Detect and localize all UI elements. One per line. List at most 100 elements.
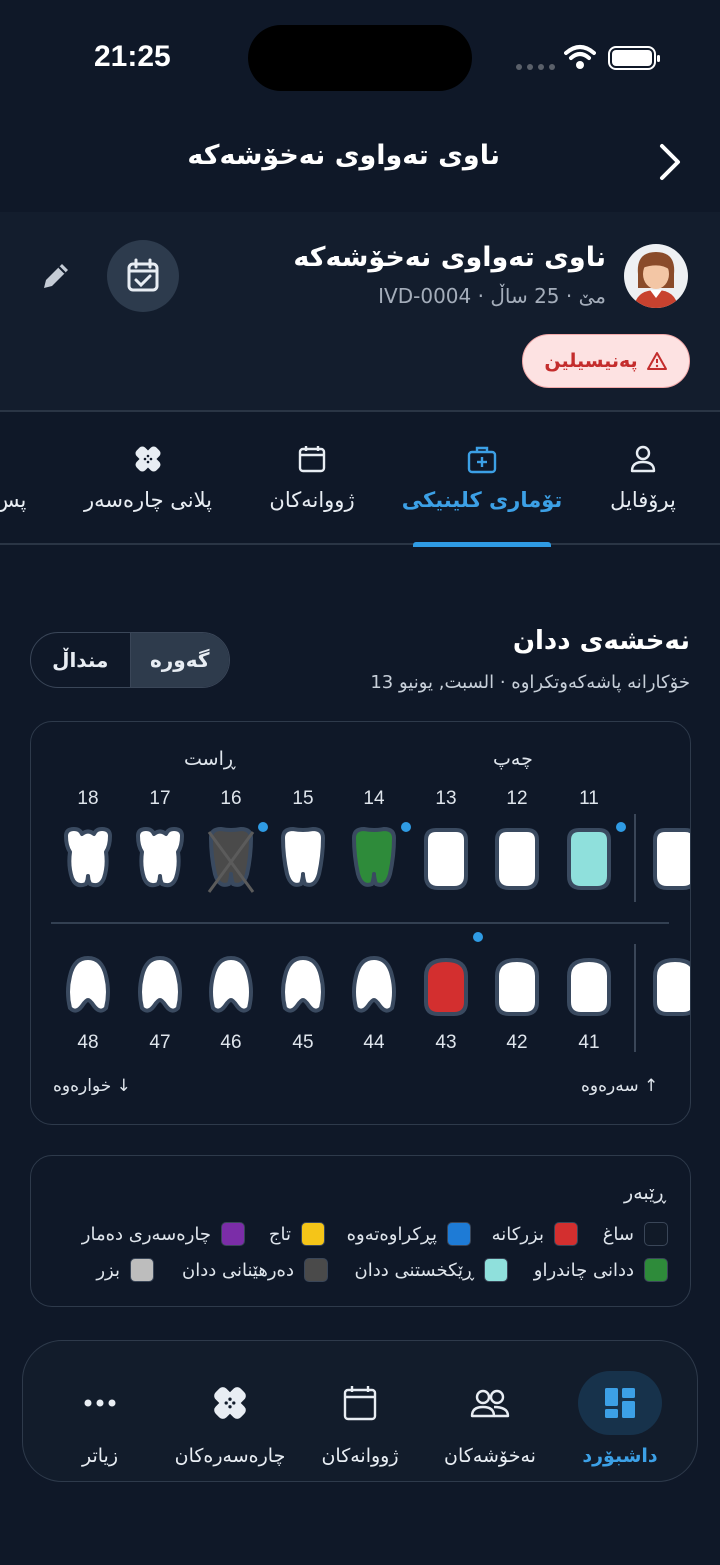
tooth-chart: چەپ ڕاست 11 12 13 14 15 16 17 18 41 42 43 44 45 46 47 4…	[30, 721, 691, 1125]
note-indicator	[616, 822, 626, 832]
tab-treatment-plan[interactable]: پلانی چارەسەر	[82, 412, 214, 545]
nav-label: چارەسەرەکان	[174, 1445, 286, 1467]
tooth-number: 13	[435, 788, 457, 809]
tooth-44[interactable]	[346, 952, 402, 1020]
tooth-partial[interactable]	[647, 952, 690, 1020]
tooth-42[interactable]	[489, 952, 545, 1020]
calendar-icon	[343, 1386, 377, 1421]
nav-treatments[interactable]: چارەسەرەکان	[165, 1341, 295, 1481]
legend-item: بزرکانە	[492, 1222, 578, 1246]
warning-icon	[646, 352, 667, 370]
tab-label: پس	[0, 488, 27, 512]
tooth-18[interactable]	[60, 826, 116, 894]
legend-item: چارەسەری دەمار	[82, 1222, 245, 1246]
tab-label: ژووانەکان	[269, 488, 355, 512]
page-title: ناوی تەواوی نەخۆشەکە	[187, 140, 500, 171]
bottom-nav: داشبۆرد نەخۆشەکان ژووانەکان چارەسەرەکان …	[22, 1340, 698, 1482]
person-icon	[630, 445, 656, 473]
allergy-badge: پەنیسیلین	[522, 334, 690, 388]
tooth-47[interactable]	[132, 952, 188, 1020]
medical-kit-icon	[467, 446, 497, 474]
tooth-13[interactable]	[418, 826, 474, 894]
tooth-17[interactable]	[132, 826, 188, 894]
tooth-12[interactable]	[489, 826, 545, 894]
note-indicator	[401, 822, 411, 832]
nav-patients[interactable]: نەخۆشەکان	[425, 1341, 555, 1481]
legend-item: تاج	[269, 1222, 325, 1246]
legend-item: بزر	[96, 1258, 154, 1282]
tooth-number: 16	[220, 788, 242, 809]
dentition-toggle: منداڵ گەورە	[30, 632, 230, 688]
calendar-check-icon	[127, 258, 159, 292]
schedule-button[interactable]	[107, 240, 179, 312]
status-time: 21:25	[94, 40, 171, 73]
back-chevron-icon[interactable]	[650, 140, 690, 184]
more-icon	[84, 1399, 116, 1407]
tooth-number: 17	[149, 788, 171, 809]
legend-swatch	[301, 1222, 325, 1246]
legend-title: ڕێبەر	[624, 1182, 666, 1204]
nav-dashboard[interactable]: داشبۆرد	[555, 1341, 685, 1481]
signal-icon	[516, 64, 555, 70]
tooth-11[interactable]	[561, 826, 617, 894]
tooth-number: 46	[220, 1032, 242, 1053]
nav-label: نەخۆشەکان	[444, 1445, 536, 1467]
tooth-45[interactable]	[275, 952, 331, 1020]
edit-button[interactable]	[36, 256, 76, 296]
tooth-15[interactable]	[275, 826, 331, 894]
tooth-46[interactable]	[203, 952, 259, 1020]
tooth-41[interactable]	[561, 952, 617, 1020]
users-icon	[470, 1389, 510, 1418]
side-left-label: چەپ	[493, 748, 533, 770]
tooth-number: 47	[149, 1032, 171, 1053]
tooth-number: 48	[77, 1032, 99, 1053]
scroll-down-label: خوارەوە	[53, 1076, 112, 1096]
legend-swatch	[484, 1258, 508, 1282]
bandage-icon	[135, 446, 161, 472]
arrow-down-icon: ↓	[116, 1076, 131, 1096]
tab-overflow[interactable]: پس	[0, 412, 30, 545]
tab-bar: پرۆفایل تۆماری کلینیکی ژووانەکان پلانی چ…	[0, 410, 720, 547]
chart-title: نەخشەی ددان	[512, 626, 690, 656]
scroll-down-button[interactable]: ↓ خوارەوە	[53, 1076, 131, 1096]
legend-item: ددانی چاندراو	[534, 1258, 668, 1282]
tooth-partial[interactable]	[647, 826, 690, 894]
jaw-divider	[51, 922, 669, 924]
legend-card: ڕێبەر ساغ بزرکانە پڕکراوەتەوە تاج چارەسە…	[30, 1155, 691, 1307]
tooth-number: 2	[675, 788, 691, 810]
legend-item: پڕکراوەتەوە	[347, 1222, 471, 1246]
tab-clinical-record[interactable]: تۆماری کلینیکی	[402, 412, 562, 547]
side-right-label: ڕاست	[184, 748, 236, 770]
tooth-number: 42	[506, 1032, 528, 1053]
tooth-14[interactable]	[346, 826, 402, 894]
pencil-icon	[44, 264, 68, 288]
tooth-number: 12	[506, 788, 528, 809]
tab-label: تۆماری کلینیکی	[401, 488, 563, 512]
avatar[interactable]	[624, 244, 688, 308]
midline	[634, 944, 636, 1052]
allergy-label: پەنیسیلین	[544, 350, 638, 372]
adult-option[interactable]: گەورە	[130, 633, 229, 687]
tooth-43[interactable]	[418, 952, 474, 1020]
tooth-number: 41	[578, 1032, 600, 1053]
legend-item: ڕێکخستنی ددان	[355, 1258, 508, 1282]
tooth-number: 45	[292, 1032, 314, 1053]
note-indicator	[473, 932, 483, 942]
nav-more[interactable]: زیاتر	[35, 1341, 165, 1481]
legend-item: ساغ	[603, 1222, 668, 1246]
tooth-48[interactable]	[60, 952, 116, 1020]
legend-swatch	[130, 1258, 154, 1282]
nav-label: داشبۆرد	[582, 1445, 658, 1467]
tooth-16[interactable]	[203, 826, 259, 894]
tab-profile[interactable]: پرۆفایل	[600, 412, 686, 545]
legend-swatch	[304, 1258, 328, 1282]
tab-appointments[interactable]: ژووانەکان	[266, 412, 358, 545]
child-option[interactable]: منداڵ	[31, 633, 131, 687]
scroll-up-label: سەرەوە	[581, 1076, 639, 1096]
midline	[634, 814, 636, 902]
nav-appointments[interactable]: ژووانەکان	[295, 1341, 425, 1481]
note-indicator	[258, 822, 268, 832]
legend-swatch	[644, 1222, 668, 1246]
tooth-number: 11	[579, 788, 599, 809]
scroll-up-button[interactable]: ↑ سەرەوە	[581, 1076, 658, 1096]
